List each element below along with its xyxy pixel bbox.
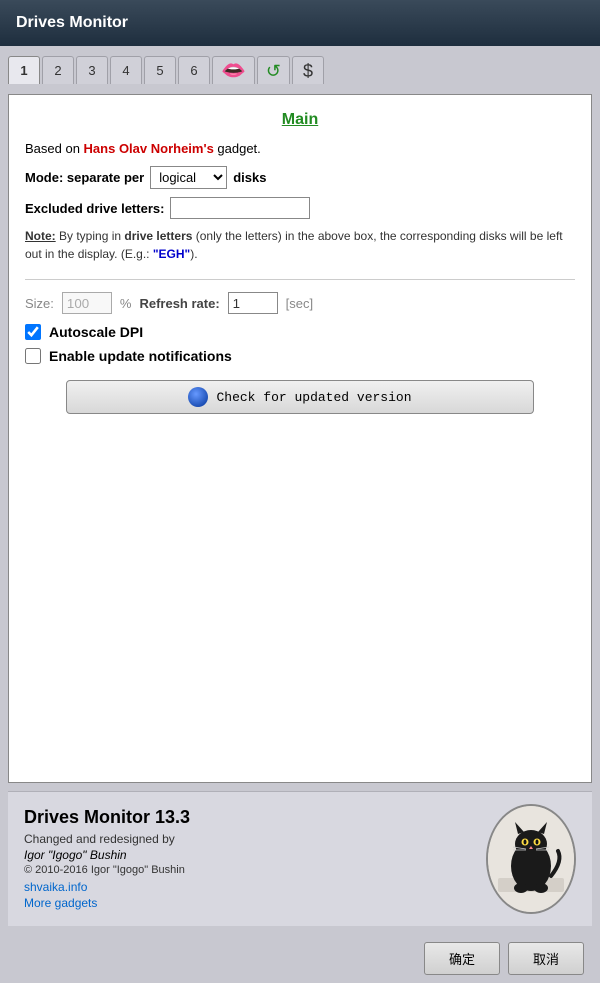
footer-copyright: © 2010-2016 Igor "Igogo" Bushin: [24, 864, 470, 876]
mode-select[interactable]: logical physical: [150, 166, 227, 189]
footer-author-italic: Igor "Igogo" Bushin: [24, 848, 470, 862]
panel-title: Main: [25, 111, 575, 129]
mode-suffix: disks: [233, 170, 266, 185]
tab-recycle[interactable]: ↺: [257, 56, 290, 84]
globe-icon: [188, 387, 208, 407]
footer-text-area: Drives Monitor 13.3 Changed and redesign…: [24, 807, 470, 912]
app-title: Drives Monitor: [16, 14, 128, 32]
tab-6[interactable]: 6: [178, 56, 210, 84]
excluded-row: Excluded drive letters:: [25, 197, 575, 219]
size-label: Size:: [25, 296, 54, 311]
footer-info: Drives Monitor 13.3 Changed and redesign…: [8, 791, 592, 926]
update-notif-label: Enable update notifications: [49, 348, 232, 364]
tab-3[interactable]: 3: [76, 56, 108, 84]
mode-row: Mode: separate per logical physical disk…: [25, 166, 575, 189]
title-bar: Drives Monitor: [0, 0, 600, 46]
autoscale-label: Autoscale DPI: [49, 324, 143, 340]
confirm-button[interactable]: 确定: [424, 942, 500, 975]
update-notif-row: Enable update notifications: [25, 348, 575, 364]
tab-1[interactable]: 1: [8, 56, 40, 84]
based-on-text: Based on Hans Olav Norheim's gadget.: [25, 141, 575, 156]
cancel-button[interactable]: 取消: [508, 942, 584, 975]
action-bar: 确定 取消: [0, 934, 600, 983]
autoscale-checkbox[interactable]: [25, 324, 41, 340]
tab-4[interactable]: 4: [110, 56, 142, 84]
size-input[interactable]: [62, 292, 112, 314]
tab-lips[interactable]: 👄: [212, 56, 255, 84]
refresh-input[interactable]: [228, 292, 278, 314]
footer-changed-by: Changed and redesigned by: [24, 832, 470, 846]
tab-5[interactable]: 5: [144, 56, 176, 84]
mode-label: Mode: separate per: [25, 170, 144, 185]
cat-image: [486, 804, 576, 914]
footer-app-title: Drives Monitor 13.3: [24, 807, 470, 828]
footer-link-shvaika[interactable]: shvaika.info: [24, 880, 470, 894]
main-container: 1 2 3 4 5 6 👄 ↺ $ Main Based on Hans Ola…: [0, 46, 600, 934]
note-text: Note: By typing in drive letters (only t…: [25, 227, 575, 263]
size-refresh-row: Size: % Refresh rate: [sec]: [25, 292, 575, 314]
divider: [25, 279, 575, 280]
update-notif-checkbox[interactable]: [25, 348, 41, 364]
check-update-button[interactable]: Check for updated version: [66, 380, 534, 414]
author-name: Hans Olav Norheim's: [84, 141, 214, 156]
footer-link-gadgets[interactable]: More gadgets: [24, 896, 470, 910]
tab-2[interactable]: 2: [42, 56, 74, 84]
tab-bar: 1 2 3 4 5 6 👄 ↺ $: [8, 54, 592, 86]
excluded-input[interactable]: [170, 197, 310, 219]
refresh-label: Refresh rate:: [139, 296, 219, 311]
autoscale-row: Autoscale DPI: [25, 324, 575, 340]
content-panel: Main Based on Hans Olav Norheim's gadget…: [8, 94, 592, 783]
tab-dollar[interactable]: $: [292, 56, 324, 84]
check-btn-label: Check for updated version: [216, 390, 411, 405]
refresh-unit: [sec]: [286, 296, 313, 311]
excluded-label: Excluded drive letters:: [25, 201, 164, 216]
size-percent: %: [120, 296, 132, 311]
